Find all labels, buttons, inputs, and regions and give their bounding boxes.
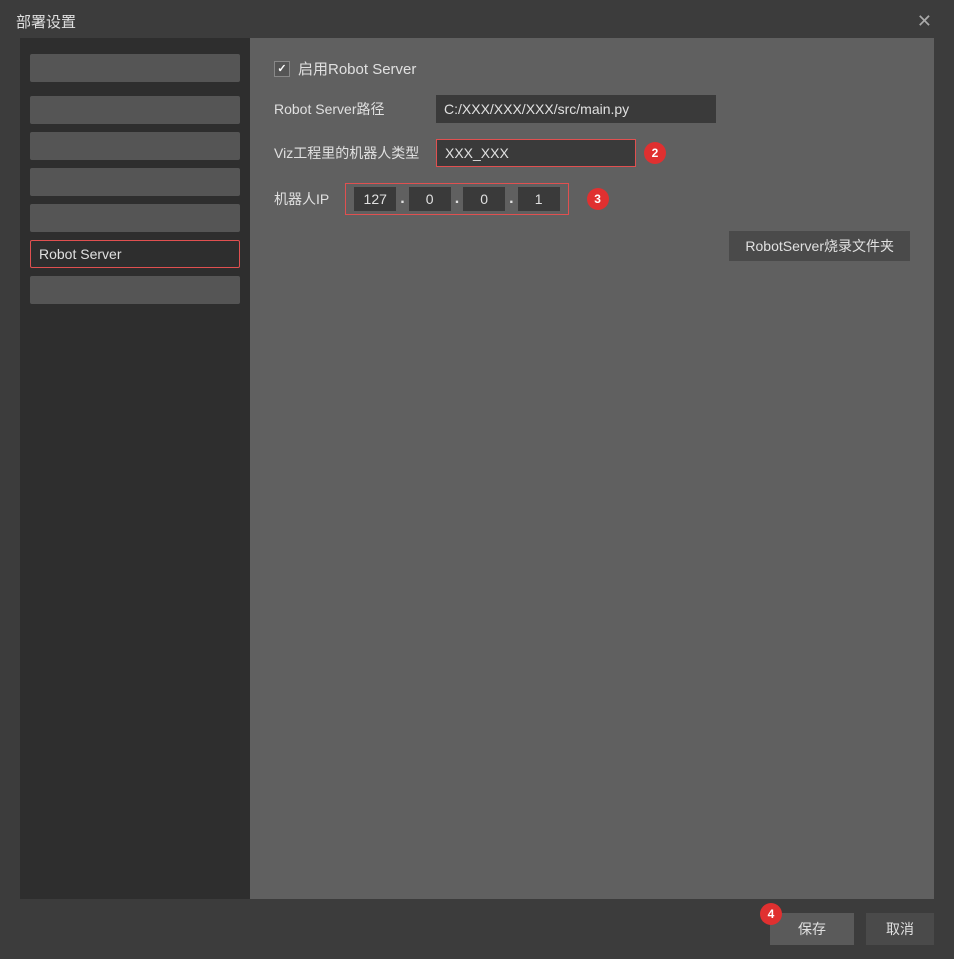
burn-folder-row: RobotServer烧录文件夹	[274, 231, 910, 261]
cancel-button[interactable]: 取消	[866, 913, 934, 945]
save-badge: 4	[760, 903, 782, 925]
bottom-bar: 保存 4 取消	[0, 899, 954, 959]
path-input[interactable]	[436, 95, 716, 123]
ip-dot-3: .	[509, 190, 513, 208]
enable-row: 启用Robot Server	[274, 58, 910, 79]
ip-row-container: 机器人IP . . . 3	[274, 183, 910, 215]
ip-outer-border: . . .	[345, 183, 568, 215]
sidebar: Robot Server	[20, 38, 250, 899]
title-bar: 部署设置 ✕	[0, 0, 954, 38]
robot-type-wrapper: 2	[436, 139, 666, 167]
ip-badge: 3	[587, 188, 609, 210]
right-panel: 启用Robot Server Robot Server路径 Viz工程里的机器人…	[250, 38, 934, 899]
main-content: Robot Server 启用Robot Server Robot Server…	[0, 38, 954, 899]
sidebar-item-4[interactable]	[30, 204, 240, 232]
sidebar-top-bar	[30, 54, 240, 82]
save-button[interactable]: 保存	[770, 913, 854, 945]
ip-seg1[interactable]	[354, 187, 396, 211]
robot-type-badge: 2	[644, 142, 666, 164]
sidebar-item-bottom	[30, 276, 240, 304]
path-row: Robot Server路径	[274, 95, 910, 123]
ip-label: 机器人IP	[274, 189, 329, 209]
ip-seg2[interactable]	[409, 187, 451, 211]
robot-type-label: Viz工程里的机器人类型	[274, 143, 424, 163]
enable-checkbox[interactable]	[274, 61, 290, 77]
robot-type-input[interactable]	[436, 139, 636, 167]
path-label: Robot Server路径	[274, 99, 424, 119]
sidebar-item-1[interactable]	[30, 96, 240, 124]
robot-type-row: Viz工程里的机器人类型 2	[274, 139, 910, 167]
ip-dot-1: .	[400, 190, 404, 208]
sidebar-item-2[interactable]	[30, 132, 240, 160]
ip-seg4[interactable]	[518, 187, 560, 211]
close-button[interactable]: ✕	[911, 10, 938, 32]
ip-seg3[interactable]	[463, 187, 505, 211]
enable-label: 启用Robot Server	[298, 58, 416, 79]
sidebar-item-robot-server-label: Robot Server	[39, 246, 121, 262]
sidebar-item-3[interactable]	[30, 168, 240, 196]
sidebar-item-robot-server[interactable]: Robot Server	[30, 240, 240, 268]
burn-folder-button[interactable]: RobotServer烧录文件夹	[729, 231, 910, 261]
dialog: 部署设置 ✕ Robot Server 启用Robot Server	[0, 0, 954, 959]
ip-dot-2: .	[455, 190, 459, 208]
dialog-title: 部署设置	[16, 11, 76, 32]
